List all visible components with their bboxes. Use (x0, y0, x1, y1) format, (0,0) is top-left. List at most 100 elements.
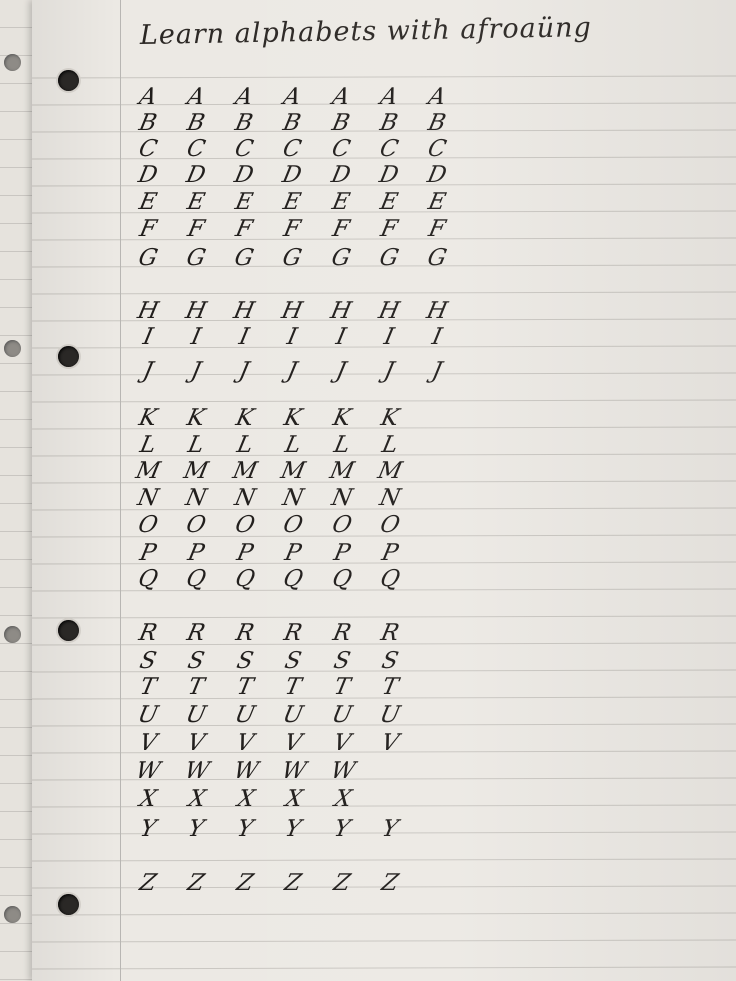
practice-letter: D (328, 162, 353, 188)
practice-letter: I (140, 324, 156, 350)
letter-row-d: DDDDDDD (128, 160, 457, 188)
underlying-punch-hole (4, 906, 21, 923)
practice-letter: Y (186, 816, 207, 842)
practice-letter: S (185, 648, 208, 674)
practice-letter: T (379, 674, 401, 700)
practice-letter: Q (329, 566, 354, 592)
letter-row-t: TTTTTT (128, 672, 410, 700)
rule-line (32, 966, 736, 970)
practice-letter: J (429, 358, 445, 384)
practice-letter: G (376, 245, 401, 271)
practice-letter: E (136, 189, 160, 215)
practice-letter: C (377, 136, 401, 162)
practice-letter: N (183, 485, 210, 511)
practice-letter: Q (280, 566, 306, 592)
practice-letter: J (188, 358, 204, 384)
practice-letter: R (233, 620, 257, 646)
practice-letter: C (136, 136, 160, 162)
letter-row-s: SSSSSS (128, 646, 410, 674)
rule-line (32, 939, 736, 943)
practice-letter: C (425, 136, 449, 162)
practice-letter: X (234, 786, 257, 812)
letter-row-k: KKKKKK (128, 403, 410, 431)
practice-letter: C (232, 136, 256, 162)
practice-letter: G (136, 245, 160, 271)
practice-letter: B (377, 110, 400, 136)
practice-letter: Z (185, 870, 208, 896)
practice-letter: P (379, 540, 401, 566)
practice-letter: H (375, 298, 402, 324)
practice-letter: O (329, 512, 354, 538)
letter-row-p: PPPPPP (128, 538, 410, 566)
practice-letter: Z (379, 870, 401, 896)
practice-letter: S (330, 648, 353, 674)
letter-row-o: OOOOOO (128, 510, 410, 538)
practice-letter: N (135, 485, 161, 511)
letter-row-z: ZZZZZZ (128, 868, 410, 896)
practice-letter: C (280, 136, 305, 162)
practice-letter: Y (234, 816, 256, 842)
practice-letter: K (233, 405, 257, 431)
practice-letter: V (378, 730, 402, 756)
practice-letter: D (424, 162, 449, 188)
practice-letter: H (135, 298, 161, 324)
rule-line (32, 75, 736, 79)
practice-letter: F (185, 216, 207, 242)
practice-letter: I (429, 324, 445, 350)
underlying-punch-hole (4, 340, 21, 357)
practice-letter: J (285, 358, 300, 384)
practice-letter: P (137, 540, 159, 566)
practice-letter: X (137, 786, 159, 812)
practice-letter: E (329, 189, 352, 215)
practice-letter: Y (379, 816, 401, 842)
practice-letter: A (185, 84, 208, 110)
practice-letter: V (136, 730, 160, 756)
letter-row-n: NNNNNN (128, 483, 410, 511)
practice-letter: Y (282, 816, 304, 842)
practice-letter: Q (184, 566, 209, 592)
practice-letter: Z (234, 870, 256, 896)
practice-letter: U (135, 702, 161, 728)
practice-letter: F (233, 216, 256, 242)
practice-letter: A (377, 84, 400, 110)
practice-letter: O (135, 512, 161, 538)
practice-letter: A (425, 84, 449, 110)
practice-letter: R (330, 620, 353, 646)
letter-row-g: GGGGGGG (128, 243, 457, 271)
practice-letter: D (280, 162, 305, 188)
notebook-photo: Learn alphabets with afroaüng AAAAAAABBB… (0, 0, 736, 981)
practice-letter: U (183, 702, 209, 728)
practice-letter: A (233, 84, 256, 110)
practice-letter: R (136, 620, 160, 646)
practice-letter: S (137, 648, 159, 674)
practice-letter: B (184, 110, 208, 136)
practice-letter: K (136, 405, 160, 431)
practice-letter: G (328, 245, 353, 271)
practice-letter: K (281, 405, 305, 431)
rule-line (32, 399, 736, 403)
practice-letter: U (232, 702, 258, 728)
practice-letter: I (381, 324, 397, 350)
practice-letter: G (280, 245, 305, 271)
practice-letter: R (281, 620, 305, 646)
practice-letter: H (279, 298, 306, 324)
practice-letter: H (424, 298, 450, 324)
practice-letter: U (329, 702, 355, 728)
practice-letter: M (133, 458, 163, 484)
practice-letter: D (136, 162, 160, 188)
practice-letter: O (280, 512, 306, 538)
practice-letter: B (425, 110, 449, 136)
practice-letter: W (279, 758, 309, 784)
practice-letter: F (329, 216, 352, 242)
letter-row-c: CCCCCCC (128, 134, 457, 162)
rule-line (32, 858, 736, 862)
practice-letter: W (133, 758, 163, 784)
practice-letter: J (140, 358, 156, 384)
practice-letter: R (184, 620, 208, 646)
punch-hole (58, 620, 79, 641)
practice-letter: T (234, 674, 256, 700)
letter-row-y: YYYYYY (128, 814, 410, 842)
practice-letter: H (183, 298, 209, 324)
practice-letter: N (328, 485, 355, 511)
practice-letter: M (278, 458, 308, 484)
